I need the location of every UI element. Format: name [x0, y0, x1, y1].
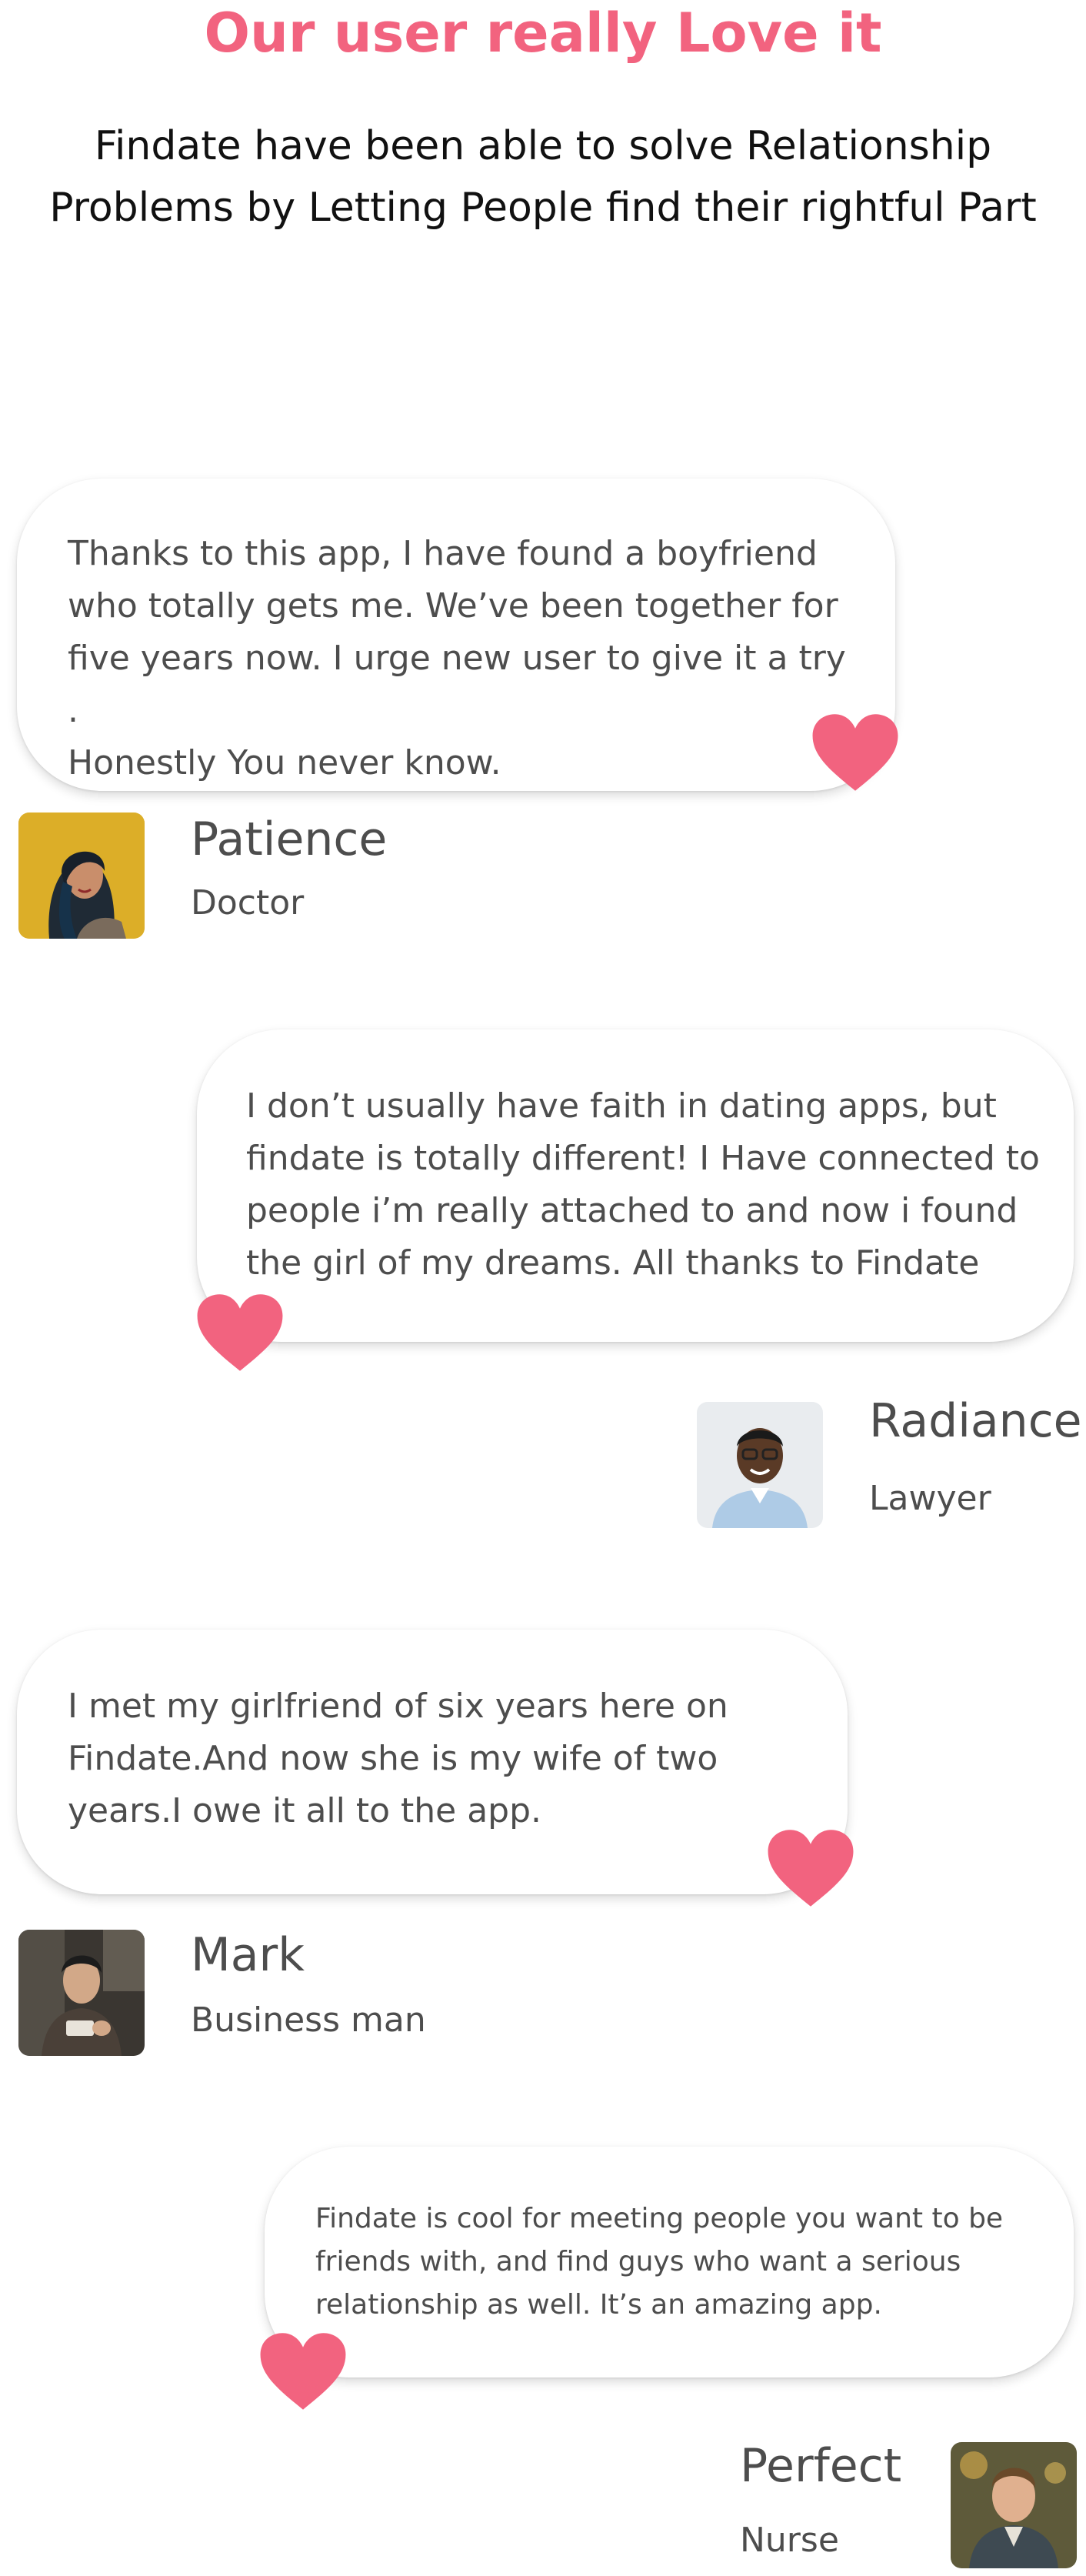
testimonial-text-line: Findate.And now she is my wife of two	[68, 1739, 718, 1778]
heart-icon	[812, 714, 898, 791]
page-title: Our user really Love it	[204, 2, 882, 65]
testimonial-text-line: friends with, and find guys who want a s…	[315, 2246, 961, 2277]
testimonial-text-line: I don’t usually have faith in dating app…	[246, 1086, 997, 1126]
avatar-photo-icon	[697, 1402, 823, 1528]
page-subtitle: Findate have been able to solve Relation…	[31, 115, 1055, 239]
person-name: Perfect	[740, 2439, 902, 2493]
testimonial-text-line: Honestly You never know.	[68, 743, 501, 782]
avatar-radiance	[697, 1402, 823, 1528]
testimonial-bubble-radiance: I don’t usually have faith in dating app…	[197, 1029, 1074, 1342]
avatar-mark	[18, 1930, 145, 2056]
testimonial-text-line: findate is totally different! I Have con…	[246, 1139, 1040, 1178]
avatar-photo-icon	[951, 2442, 1077, 2568]
testimonial-text-line: five years now. I urge new user to give …	[68, 639, 846, 730]
testimonial-text-line: relationship as well. It’s an amazing ap…	[315, 2289, 882, 2321]
heart-icon	[260, 2333, 346, 2410]
page-subtitle-line: Problems by Letting People find their ri…	[49, 185, 1037, 231]
person-role: Nurse	[740, 2521, 839, 2560]
testimonial-text-line: the girl of my dreams. All thanks to Fin…	[246, 1243, 980, 1283]
person-name: Patience	[191, 813, 388, 866]
heart-icon	[197, 1294, 283, 1371]
person-role: Business man	[191, 2000, 426, 2040]
person-role: Lawyer	[869, 1479, 991, 1518]
testimonial-bubble-perfect: Findate is cool for meeting people you w…	[265, 2147, 1074, 2377]
heart-icon	[768, 1830, 854, 1907]
testimonial-bubble-patience: Thanks to this app, I have found a boyfr…	[17, 479, 895, 791]
testimonial-text-line: years.I owe it all to the app.	[68, 1791, 542, 1830]
testimonial-bubble-mark: I met my girlfriend of six years here on…	[17, 1630, 848, 1894]
avatar-patience	[18, 813, 145, 939]
avatar-photo-icon	[18, 813, 145, 939]
person-name: Mark	[191, 1928, 305, 1982]
testimonial-text-line: Thanks to this app, I have found a boyfr…	[68, 534, 818, 573]
page-subtitle-line: Findate have been able to solve Relation…	[94, 123, 992, 169]
testimonial-text-line: people i’m really attached to and now i …	[246, 1191, 1018, 1230]
person-name: Radiance	[869, 1394, 1082, 1448]
testimonial-text-line: I met my girlfriend of six years here on	[68, 1687, 728, 1726]
person-role: Doctor	[191, 883, 305, 923]
testimonial-text-line: who totally gets me. We’ve been together…	[68, 586, 838, 626]
testimonial-text-line: Findate is cool for meeting people you w…	[315, 2203, 1004, 2234]
avatar-perfect	[951, 2442, 1077, 2568]
avatar-photo-icon	[18, 1930, 145, 2056]
